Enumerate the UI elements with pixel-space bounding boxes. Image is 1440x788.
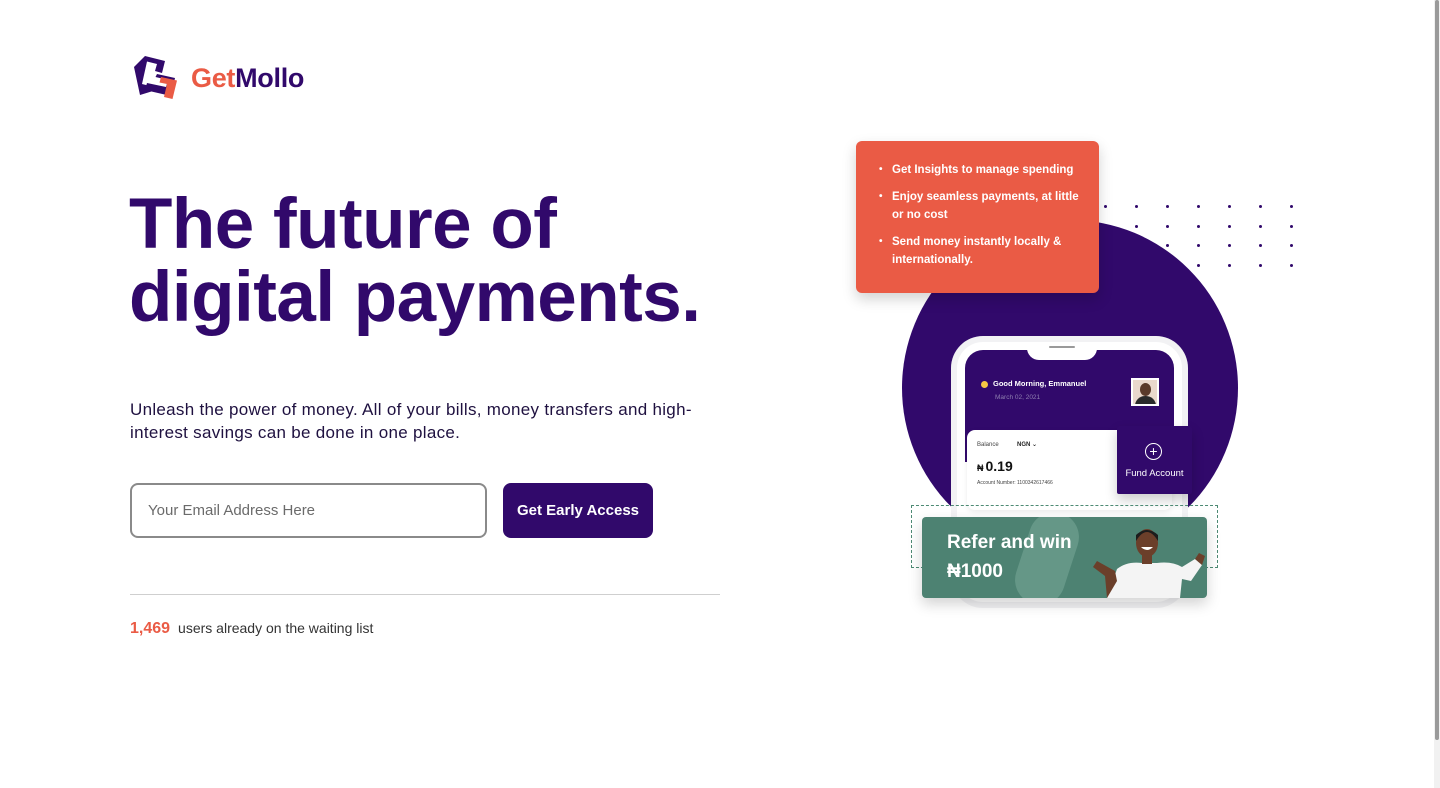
dot	[1228, 263, 1231, 267]
get-early-access-button[interactable]: Get Early Access	[503, 483, 653, 538]
features-card: Get Insights to manage spending Enjoy se…	[856, 141, 1099, 293]
dot	[1197, 263, 1200, 267]
account-number: Account Number: 1100342617466	[977, 480, 1053, 486]
scrollbar-thumb[interactable]	[1435, 0, 1439, 740]
email-input[interactable]	[130, 483, 487, 538]
dot	[1197, 244, 1200, 247]
dot	[1259, 263, 1262, 267]
plus-circle-icon: +	[1145, 443, 1162, 460]
hero-title: The future of digital payments.	[129, 185, 701, 337]
feature-item: Send money instantly locally & internati…	[879, 233, 1085, 270]
refer-title: Refer and win	[947, 532, 1072, 553]
dot	[1259, 244, 1262, 247]
phone-notch	[1027, 342, 1097, 360]
phone-date: March 02, 2021	[995, 394, 1041, 401]
hero-title-line2: digital payments.	[129, 258, 701, 337]
features-list: Get Insights to manage spending Enjoy se…	[876, 161, 1085, 270]
dot	[1259, 224, 1262, 228]
dot	[1166, 205, 1169, 208]
dot	[1197, 224, 1200, 228]
chevron-down-icon: ⌄	[1032, 442, 1038, 448]
dot	[1290, 224, 1293, 228]
waitlist-text: users already on the waiting list	[178, 620, 374, 636]
divider	[130, 594, 720, 595]
refer-decoration-shape	[1008, 517, 1086, 598]
fund-account-label: Fund Account	[1125, 468, 1184, 479]
dot	[1135, 205, 1138, 208]
currency-code: NGN	[1017, 442, 1031, 448]
balance-label: Balance	[977, 442, 999, 448]
dot	[1104, 205, 1107, 208]
getmollo-logo-icon	[134, 56, 177, 99]
dot	[1259, 205, 1262, 208]
dot	[1290, 244, 1293, 247]
refer-and-win-card: Refer and win ₦1000	[922, 517, 1207, 598]
waitlist-count: 1,469	[130, 620, 171, 637]
dot	[1166, 244, 1169, 247]
brand-name-mollo: Mollo	[235, 62, 305, 93]
fund-account-card: + Fund Account	[1117, 426, 1192, 494]
feature-item: Enjoy seamless payments, at little or no…	[879, 188, 1085, 225]
dot	[1135, 224, 1138, 228]
currency-selector: NGN ⌄	[1017, 441, 1037, 448]
avatar	[1131, 378, 1159, 406]
brand-name: GetMollo	[191, 63, 304, 94]
sun-icon	[981, 381, 988, 388]
waitlist-info: 1,469 users already on the waiting list	[130, 620, 373, 638]
dot	[1166, 224, 1169, 228]
logo[interactable]: GetMollo	[131, 53, 304, 103]
dot	[1197, 205, 1200, 208]
smiling-man-photo	[1093, 529, 1205, 598]
refer-amount: ₦1000	[947, 561, 1003, 582]
scrollbar-track[interactable]	[1434, 0, 1440, 788]
balance-value: 0.19	[985, 458, 1013, 474]
hero-title-line1: The future of	[129, 185, 557, 264]
dot	[1290, 205, 1293, 208]
feature-item: Get Insights to manage spending	[879, 161, 1085, 180]
dot	[1228, 244, 1231, 247]
balance-amount: ₦ 0.19	[977, 458, 1013, 474]
dot	[1290, 263, 1293, 267]
dot	[1228, 224, 1231, 228]
naira-symbol: ₦	[977, 463, 984, 473]
hero-subtitle: Unleash the power of money. All of your …	[130, 400, 692, 442]
phone-greeting: Good Morning, Emmanuel	[993, 379, 1087, 388]
brand-name-get: Get	[191, 62, 236, 93]
dot	[1228, 205, 1231, 208]
